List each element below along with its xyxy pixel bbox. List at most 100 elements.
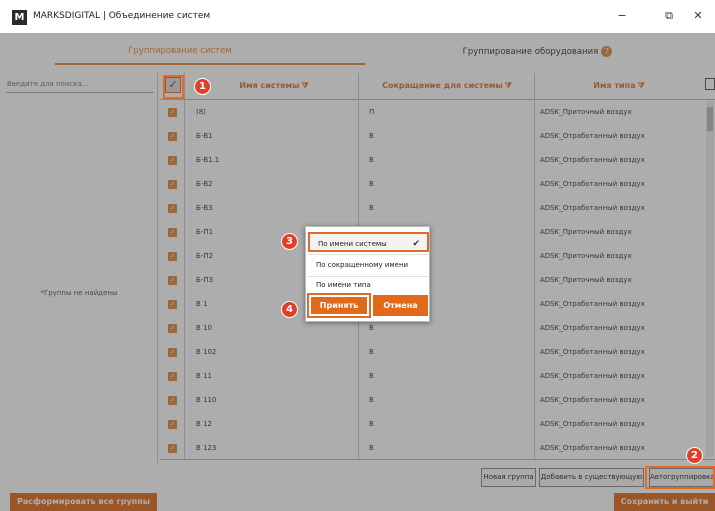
- sort-option-system-name[interactable]: По имени системы ✔: [308, 232, 429, 252]
- cell-type-name: ADSK_Приточный воздух: [540, 252, 632, 260]
- table-row[interactable]: ✓ Б-П3 ADSK_Приточный воздух: [160, 269, 715, 293]
- step-badge-2: 2: [686, 447, 703, 464]
- column-header-type-name[interactable]: Имя типа ⧩: [535, 81, 703, 91]
- row-checkbox[interactable]: ✓: [168, 300, 177, 309]
- step-badge-4: 4: [281, 301, 298, 318]
- cell-system-name: В 10: [196, 324, 212, 332]
- cell-abbreviation: В: [369, 348, 374, 356]
- title-bar: M MARKSDIGITAL | Объединение систем − ⧉ …: [0, 0, 715, 33]
- add-to-existing-button[interactable]: Добавить в существующую: [539, 468, 644, 487]
- table-row[interactable]: ✓ В 10 В ADSK_Отработанный воздух: [160, 317, 715, 341]
- table-row[interactable]: ✓ Б-П2 ADSK_Приточный воздух: [160, 245, 715, 269]
- column-header-system-name[interactable]: Имя системы ⧩: [189, 81, 359, 91]
- table-row[interactable]: ✓ В 110 В ADSK_Отработанный воздух: [160, 389, 715, 413]
- cell-system-name: Б-П1: [196, 228, 214, 236]
- disband-all-groups-button[interactable]: Расформировать все группы: [10, 493, 157, 511]
- table-row[interactable]: ✓ Б-В1.1 В ADSK_Отработанный воздух: [160, 149, 715, 173]
- filter-icon[interactable]: ⧩: [505, 81, 512, 90]
- autogroup-button[interactable]: Автогруппировка: [649, 468, 715, 487]
- cell-abbreviation: В: [369, 420, 374, 428]
- table-row[interactable]: ✓ Б-В2 В ADSK_Отработанный воздух: [160, 173, 715, 197]
- table-row[interactable]: ✓ В 12 В ADSK_Отработанный воздух: [160, 413, 715, 437]
- table-row[interactable]: ✓ Б-В3 В ADSK_Отработанный воздух: [160, 197, 715, 221]
- sort-popup: По имени системы ✔ По сокращенному имени …: [305, 226, 430, 322]
- new-group-button[interactable]: Новая группа: [481, 468, 536, 487]
- table-row[interactable]: ✓ В 102 В ADSK_Отработанный воздух: [160, 341, 715, 365]
- row-checkbox[interactable]: ✓: [168, 204, 177, 213]
- table-row[interactable]: ✓ Б-В1 В ADSK_Отработанный воздух: [160, 125, 715, 149]
- row-checkbox[interactable]: ✓: [168, 108, 177, 117]
- sort-option-type-name[interactable]: По имени типа: [308, 275, 429, 295]
- cell-type-name: ADSK_Отработанный воздух: [540, 324, 645, 332]
- cell-system-name: В 110: [196, 396, 217, 404]
- step-badge-1: 1: [194, 78, 211, 95]
- cell-system-name: В 123: [196, 444, 217, 452]
- row-checkbox[interactable]: ✓: [168, 180, 177, 189]
- cell-system-name: (8): [196, 108, 206, 116]
- empty-groups-message: *Группы не найдены: [40, 289, 118, 297]
- close-button[interactable]: ✕: [690, 9, 706, 22]
- cell-system-name: Б-В2: [196, 180, 213, 188]
- cell-system-name: В 102: [196, 348, 217, 356]
- copy-icon[interactable]: [705, 78, 715, 90]
- systems-table: ✓ Имя системы ⧩ Сокращение для системы ⧩ И…: [160, 73, 715, 459]
- option-label: По имени системы: [318, 240, 387, 248]
- minimize-button[interactable]: −: [614, 9, 630, 22]
- app-logo: M: [12, 10, 27, 25]
- cell-type-name: ADSK_Отработанный воздух: [540, 348, 645, 356]
- cell-system-name: Б-В3: [196, 204, 213, 212]
- search-input[interactable]: [6, 75, 154, 93]
- row-checkbox[interactable]: ✓: [168, 444, 177, 453]
- cell-type-name: ADSK_Приточный воздух: [540, 276, 632, 284]
- table-row[interactable]: ✓ В 1 ADSK_Отработанный воздух: [160, 293, 715, 317]
- filter-icon[interactable]: ⧩: [301, 81, 308, 90]
- restore-button[interactable]: ⧉: [661, 9, 677, 23]
- column-header-abbreviation[interactable]: Сокращение для системы ⧩: [360, 81, 534, 91]
- groups-panel: *Группы не найдены: [0, 73, 158, 463]
- row-checkbox[interactable]: ✓: [168, 276, 177, 285]
- step-badge-3: 3: [281, 233, 298, 250]
- cell-abbreviation: В: [369, 324, 374, 332]
- cell-abbreviation: В: [369, 180, 374, 188]
- cell-abbreviation: В: [369, 444, 374, 452]
- column-label: Имя системы: [239, 81, 300, 90]
- row-checkbox[interactable]: ✓: [168, 396, 177, 405]
- tab-system-grouping[interactable]: Группирование систем: [0, 46, 360, 56]
- row-checkbox[interactable]: ✓: [168, 252, 177, 261]
- table-row[interactable]: ✓ Б-П1 ADSK_Приточный воздух: [160, 221, 715, 245]
- cell-type-name: ADSK_Приточный воздух: [540, 228, 632, 236]
- cell-type-name: ADSK_Отработанный воздух: [540, 156, 645, 164]
- save-and-exit-button[interactable]: Сохранить и выйти: [614, 493, 715, 511]
- tab-equipment-grouping-label: Группирование оборудования: [462, 47, 599, 57]
- row-checkbox[interactable]: ✓: [168, 324, 177, 333]
- scrollbar-thumb[interactable]: [707, 107, 713, 131]
- row-checkbox[interactable]: ✓: [168, 156, 177, 165]
- cell-abbreviation: П: [369, 108, 375, 116]
- column-label: Сокращение для системы: [382, 81, 503, 90]
- cell-type-name: ADSK_Отработанный воздух: [540, 300, 645, 308]
- table-row[interactable]: ✓ В 123 В ADSK_Отработанный воздух: [160, 437, 715, 461]
- help-icon[interactable]: ?: [601, 46, 613, 57]
- cancel-button[interactable]: Отмена: [373, 295, 428, 316]
- row-checkbox[interactable]: ✓: [168, 372, 177, 381]
- cell-system-name: Б-П2: [196, 252, 214, 260]
- cell-abbreviation: В: [369, 204, 374, 212]
- table-row[interactable]: ✓ (8) П ADSK_Приточный воздух: [160, 101, 715, 125]
- checkmark-icon: ✔: [412, 239, 420, 249]
- table-scrollbar[interactable]: [706, 101, 714, 457]
- filter-icon[interactable]: ⧩: [638, 81, 645, 90]
- cell-type-name: ADSK_Приточный воздух: [540, 108, 632, 116]
- tab-equipment-grouping[interactable]: Группирование оборудования?: [360, 46, 715, 57]
- cell-abbreviation: В: [369, 156, 374, 164]
- cell-abbreviation: В: [369, 372, 374, 380]
- sort-option-short-name[interactable]: По сокращенному имени: [308, 255, 429, 275]
- cell-type-name: ADSK_Отработанный воздух: [540, 372, 645, 380]
- table-row[interactable]: ✓ В 11 В ADSK_Отработанный воздух: [160, 365, 715, 389]
- accept-button[interactable]: Принять: [307, 293, 371, 318]
- select-all-checkbox[interactable]: ✓: [165, 77, 181, 93]
- row-checkbox[interactable]: ✓: [168, 348, 177, 357]
- row-checkbox[interactable]: ✓: [168, 132, 177, 141]
- row-checkbox[interactable]: ✓: [168, 420, 177, 429]
- row-checkbox[interactable]: ✓: [168, 228, 177, 237]
- table-header: ✓ Имя системы ⧩ Сокращение для системы ⧩ И…: [160, 73, 715, 100]
